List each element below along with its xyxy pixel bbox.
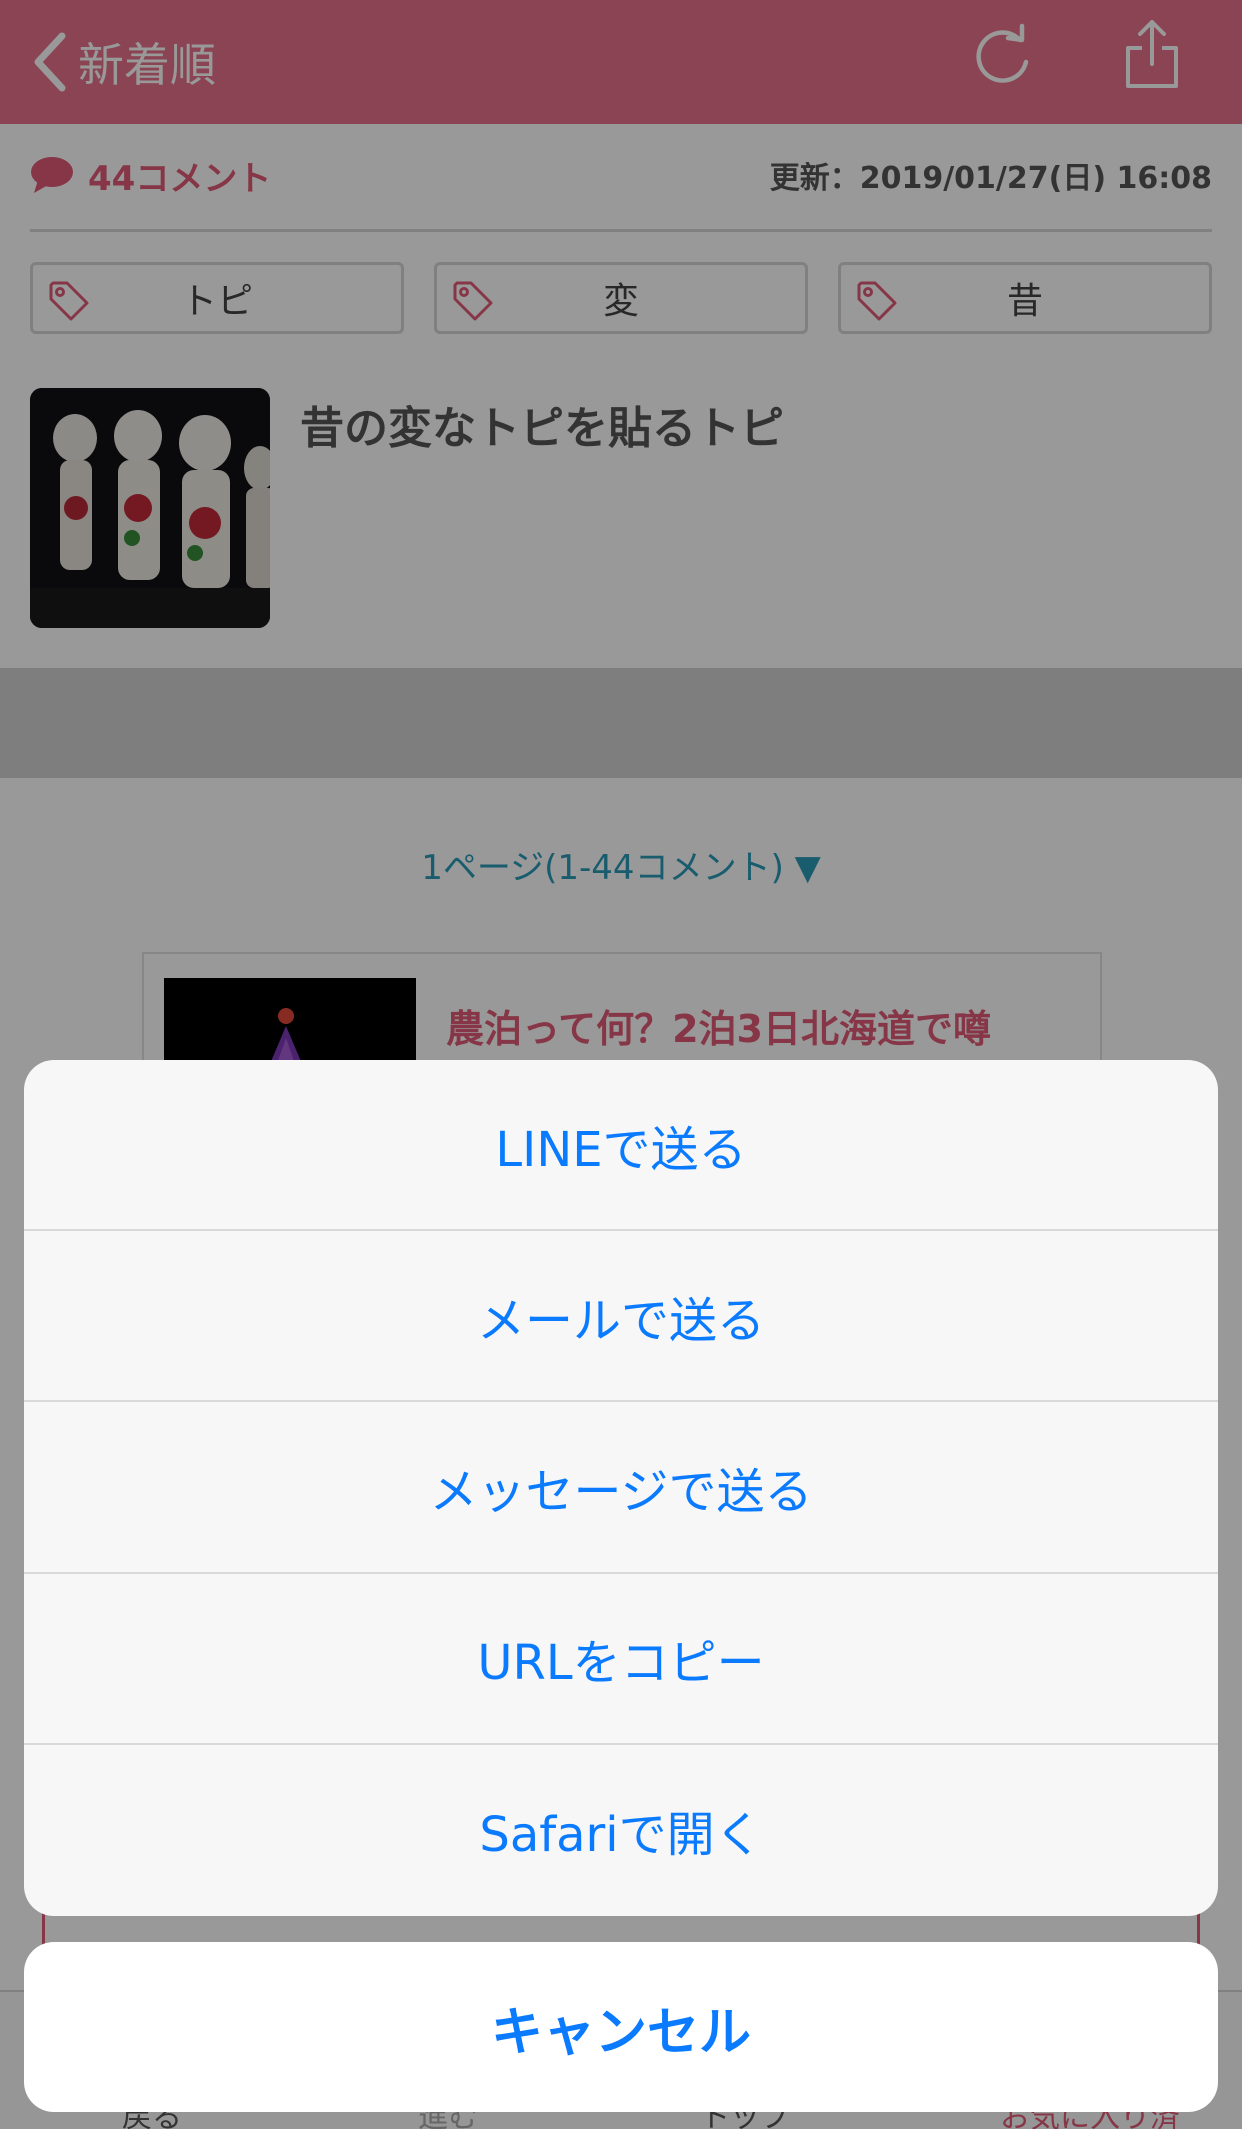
send-message-button[interactable]: メッセージで送る xyxy=(24,1402,1218,1574)
share-action-sheet: LINEで送る メールで送る メッセージで送る URLをコピー Safariで開… xyxy=(24,1060,1218,1916)
send-line-button[interactable]: LINEで送る xyxy=(24,1060,1218,1232)
open-safari-button[interactable]: Safariで開く xyxy=(24,1745,1218,1916)
send-mail-button[interactable]: メールで送る xyxy=(24,1231,1218,1403)
cancel-button[interactable]: キャンセル xyxy=(24,1942,1218,2112)
copy-url-button[interactable]: URLをコピー xyxy=(24,1574,1218,1745)
